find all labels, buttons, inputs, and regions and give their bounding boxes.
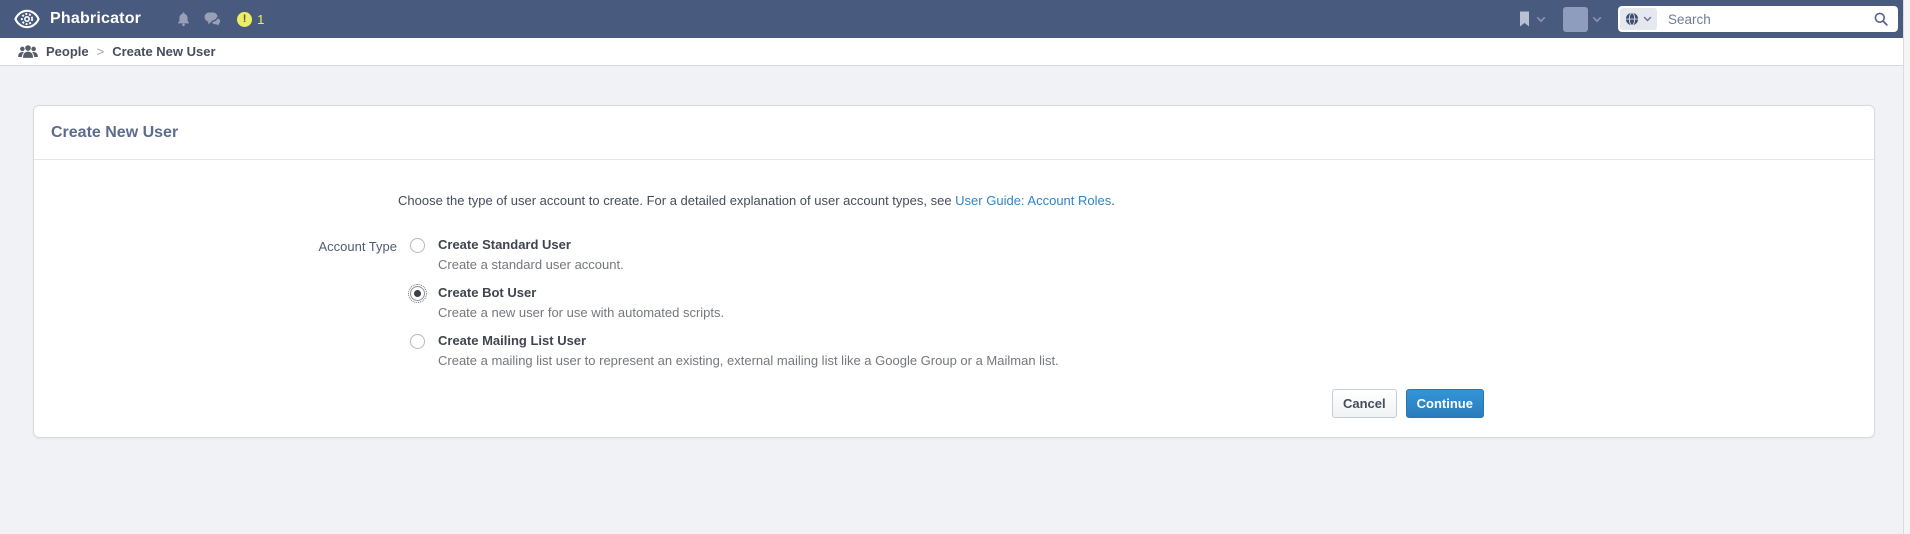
option-title: Create Mailing List User — [438, 333, 1059, 348]
radio-button[interactable] — [410, 238, 425, 253]
setup-issues-indicator[interactable]: ! 1 — [237, 12, 264, 27]
chevron-down-icon — [1643, 16, 1652, 22]
instruction-after: . — [1111, 193, 1115, 208]
top-navigation-bar: Phabricator ! 1 — [0, 0, 1910, 38]
breadcrumb-separator: > — [97, 44, 105, 59]
search-input[interactable] — [1659, 12, 1873, 27]
option-caption: Create a standard user account. — [438, 257, 624, 272]
global-search — [1618, 6, 1898, 32]
page-scrollbar[interactable] — [1903, 0, 1910, 534]
chevron-down-icon — [1592, 16, 1602, 23]
form-actions: Cancel Continue — [1332, 389, 1484, 418]
exclamation-badge-icon: ! — [237, 12, 252, 27]
cancel-button[interactable]: Cancel — [1332, 389, 1397, 418]
app-name: Phabricator — [50, 10, 141, 28]
people-group-icon — [18, 44, 38, 59]
instruction-text: Choose the type of user account to creat… — [398, 193, 1115, 208]
topbar-right-group — [1517, 6, 1910, 32]
breadcrumb: People > Create New User — [0, 38, 1910, 66]
search-scope-dropdown[interactable] — [1620, 8, 1657, 30]
chevron-down-icon — [1536, 16, 1546, 23]
avatar — [1563, 7, 1588, 32]
notifications-bell-icon[interactable] — [175, 10, 192, 28]
radio-button[interactable] — [410, 286, 425, 301]
breadcrumb-people[interactable]: People — [46, 44, 89, 59]
radio-option-create-bot-user[interactable]: Create Bot User Create a new user for us… — [410, 285, 724, 320]
bookmark-menu[interactable] — [1517, 10, 1546, 28]
account-type-label: Account Type — [153, 239, 397, 254]
panel-header: Create New User — [34, 106, 1874, 160]
chat-messages-icon[interactable] — [203, 10, 224, 28]
radio-button[interactable] — [410, 334, 425, 349]
option-title: Create Standard User — [438, 237, 624, 252]
radio-option-create-mailing-list-user[interactable]: Create Mailing List User Create a mailin… — [410, 333, 1059, 368]
option-caption: Create a mailing list user to represent … — [438, 353, 1059, 368]
page-title: Create New User — [51, 124, 178, 142]
instruction-before: Choose the type of user account to creat… — [398, 193, 955, 208]
create-new-user-panel: Create New User Choose the type of user … — [33, 105, 1875, 438]
globe-icon — [1625, 12, 1639, 26]
option-title: Create Bot User — [438, 285, 724, 300]
breadcrumb-create-new-user[interactable]: Create New User — [112, 44, 215, 59]
phabricator-eye-gear-icon — [13, 5, 41, 33]
alert-count: 1 — [257, 12, 264, 27]
phabricator-logo[interactable]: Phabricator — [13, 5, 141, 33]
option-caption: Create a new user for use with automated… — [438, 305, 724, 320]
user-menu[interactable] — [1563, 7, 1602, 32]
radio-option-create-standard-user[interactable]: Create Standard User Create a standard u… — [410, 237, 624, 272]
create-user-form: Choose the type of user account to creat… — [34, 160, 1874, 437]
bookmark-icon — [1517, 10, 1532, 28]
account-roles-link[interactable]: User Guide: Account Roles — [955, 193, 1111, 208]
search-icon[interactable] — [1873, 11, 1898, 27]
continue-button[interactable]: Continue — [1406, 389, 1484, 418]
